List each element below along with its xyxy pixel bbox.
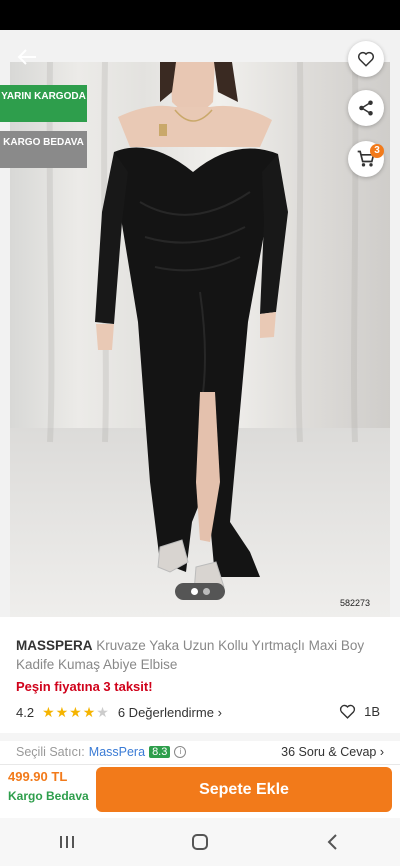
status-bar xyxy=(0,0,400,30)
product-image-gallery[interactable]: 582273 YARIN KARGODA KARGO BEDAVA 3 xyxy=(0,30,400,617)
rating-stars: ★★★★★ xyxy=(42,703,110,720)
info-icon[interactable]: i xyxy=(174,746,187,758)
seller-name-link[interactable]: MassPera xyxy=(89,745,145,759)
product-image-code: 582273 xyxy=(339,598,370,608)
rating-row: 4.2 ★★★★★ 6 Değerlendirme › 1B xyxy=(16,703,384,721)
free-shipping-badge: KARGO BEDAVA xyxy=(0,131,87,168)
shipping-label: Kargo Bedava xyxy=(8,789,89,803)
gallery-dot-2[interactable] xyxy=(202,588,210,595)
section-divider xyxy=(0,733,400,741)
share-icon xyxy=(359,100,373,116)
seller-label: Seçili Satıcı: xyxy=(16,745,85,759)
add-to-cart-button[interactable]: Sepete Ekle xyxy=(96,767,392,812)
price-label: 499.90 TL xyxy=(8,769,68,784)
cart-count-badge: 3 xyxy=(370,144,384,158)
recents-icon xyxy=(59,836,74,848)
back-arrow-icon[interactable] xyxy=(16,46,40,70)
purchase-bar: 499.90 TL Kargo Bedava Sepete Ekle xyxy=(0,764,400,818)
recents-button[interactable] xyxy=(37,827,97,857)
fast-delivery-badge: YARIN KARGODA xyxy=(0,85,87,122)
seller-score-badge: 8.3 xyxy=(149,746,171,758)
heart-icon xyxy=(357,51,375,67)
gallery-pagination[interactable] xyxy=(175,583,225,600)
system-nav-bar xyxy=(0,818,400,866)
home-button[interactable] xyxy=(170,827,230,857)
system-back-button[interactable] xyxy=(303,827,363,857)
seller-row: Seçili Satıcı: MassPera 8.3 i 36 Soru & … xyxy=(16,743,384,761)
heart-outline-icon xyxy=(339,704,356,719)
favorite-button[interactable] xyxy=(348,41,384,77)
qa-link[interactable]: 36 Soru & Cevap › xyxy=(281,745,384,759)
installment-note: Peşin fiyatına 3 taksit! xyxy=(16,679,153,694)
product-brand[interactable]: MASSPERA xyxy=(16,638,93,653)
product-title: MASSPERA Kruvaze Yaka Uzun Kollu Yırtmaç… xyxy=(16,636,376,674)
gallery-dot-1[interactable] xyxy=(190,588,198,595)
home-icon xyxy=(191,834,208,850)
favorite-count[interactable]: 1B xyxy=(339,703,380,720)
share-button[interactable] xyxy=(348,90,384,126)
chevron-left-icon xyxy=(327,834,338,850)
reviews-link[interactable]: 6 Değerlendirme › xyxy=(118,705,222,720)
rating-value: 4.2 xyxy=(16,704,35,720)
cart-button[interactable]: 3 xyxy=(348,141,384,177)
